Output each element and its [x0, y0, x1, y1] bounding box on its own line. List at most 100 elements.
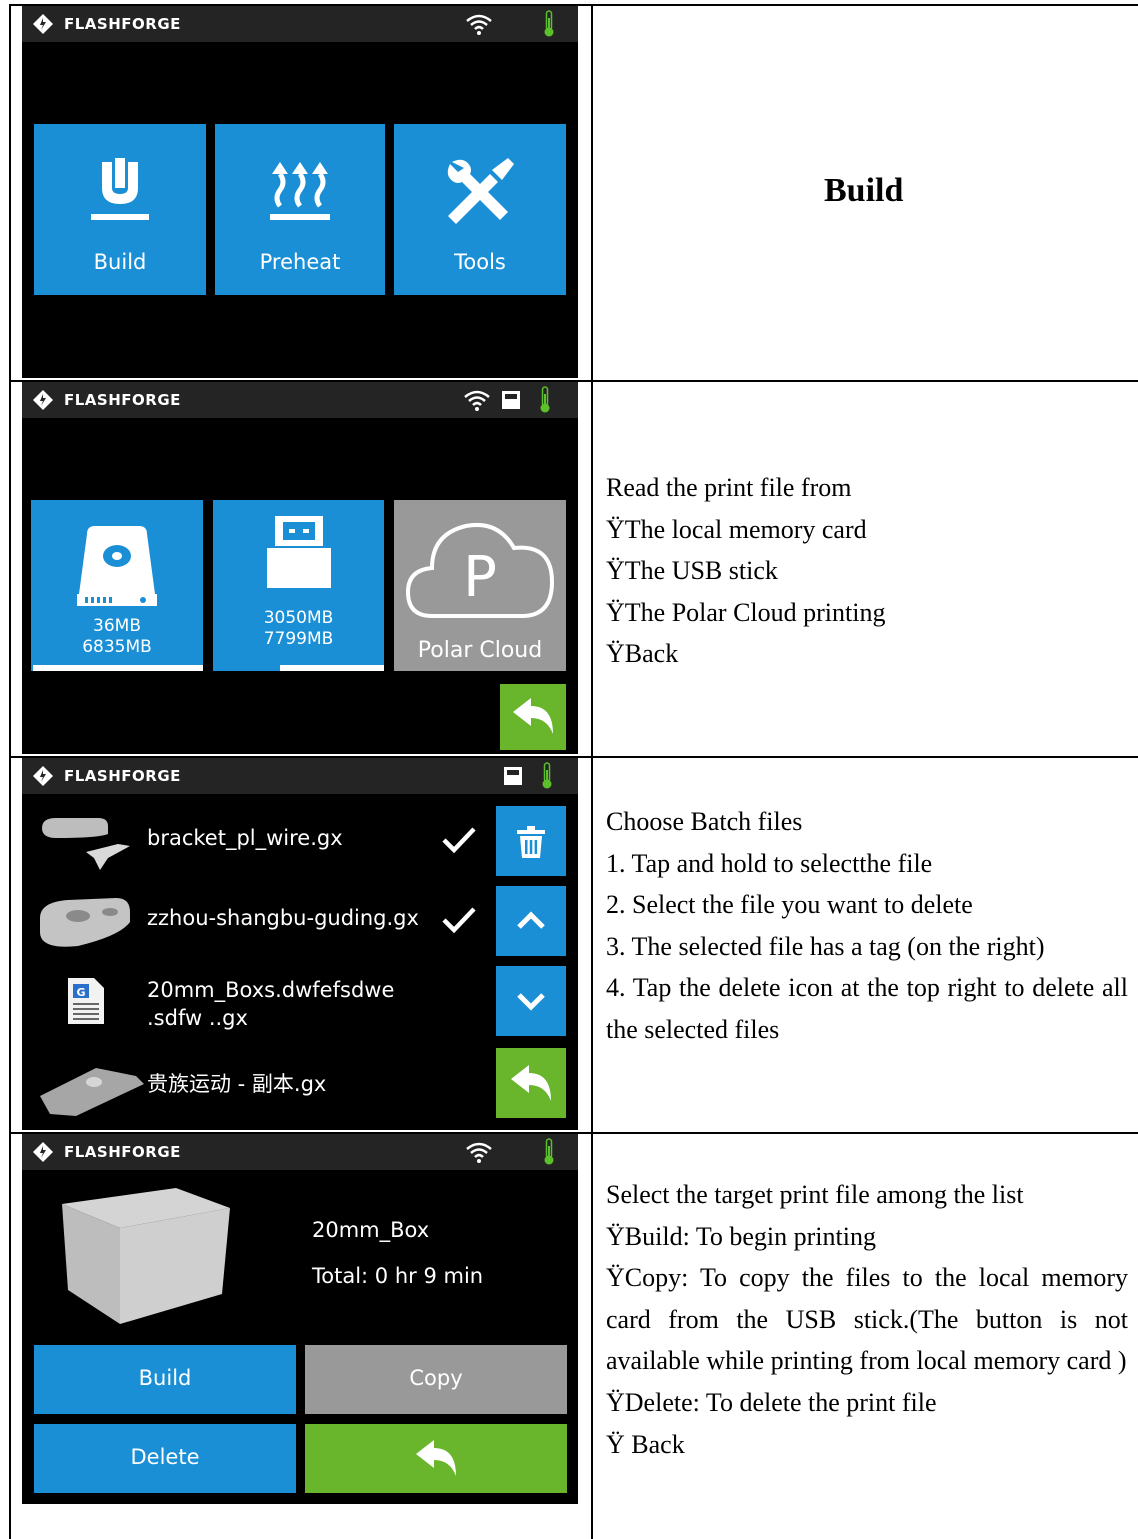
build-tile[interactable]: Build [34, 124, 206, 295]
model-preview [62, 1188, 230, 1324]
status-bar: FLASHFORGE [22, 382, 578, 418]
step-item: 2. Select the file you want to delete [606, 890, 973, 920]
wifi-icon [466, 1142, 492, 1163]
usb-status-icon [504, 767, 522, 785]
tools-tile[interactable]: Tools [394, 124, 566, 295]
flashforge-logo-icon [33, 1142, 53, 1162]
trash-icon [517, 826, 545, 858]
print-time: Total: 0 hr 9 min [312, 1264, 484, 1288]
usb-tile[interactable]: 3050MB 7799MB [213, 500, 384, 671]
file-source-description: Read the print file from ŸThe local memo… [606, 467, 1128, 675]
build-button[interactable]: Build [34, 1345, 296, 1414]
gcode-file-icon: G [68, 978, 104, 1024]
back-arrow-icon [511, 1065, 551, 1101]
file-list-screen: FLASHFORGE bracket_pl_wire.gx zzhou-shan… [22, 758, 578, 1130]
selected-check-icon [442, 827, 476, 854]
memory-card-total: 6835MB [82, 637, 152, 657]
description-item: ŸDelete: To delete the print file [606, 1387, 937, 1417]
description-title: Choose Batch files [606, 807, 803, 836]
description-item: Ÿ Back [606, 1429, 685, 1459]
scroll-up-button[interactable] [496, 886, 566, 956]
description-line: Read the print file from [606, 473, 852, 502]
back-arrow-icon [416, 1440, 456, 1476]
list-item[interactable]: zzhou-shangbu-guding.gx [22, 884, 492, 954]
memory-card-usage-bar [31, 665, 203, 671]
description-item: ŸCopy: To copy the files to the local me… [606, 1263, 1128, 1376]
list-item[interactable]: bracket_pl_wire.gx [22, 804, 492, 874]
back-button[interactable] [305, 1424, 567, 1493]
heat-icon [270, 162, 330, 220]
preheat-tile-label: Preheat [259, 250, 341, 274]
description-line: ŸThe Polar Cloud printing [606, 597, 886, 627]
list-item[interactable]: 贵族运动 - 副本.gx [22, 1050, 492, 1120]
tools-tile-label: Tools [454, 250, 506, 274]
model-thumbnail [42, 818, 130, 870]
usb-total: 7799MB [263, 629, 334, 649]
svg-text:G: G [76, 986, 85, 999]
brand-logo: FLASHFORGE [32, 1140, 181, 1164]
usb-usage-bar [213, 665, 384, 671]
brand-logo: FLASHFORGE [32, 388, 181, 412]
flashforge-logo-icon [33, 390, 53, 410]
status-icons [462, 386, 552, 414]
back-arrow-icon [513, 698, 553, 734]
description-line: ŸThe local memory card [606, 514, 867, 544]
file-name: 20mm_Boxs.dwfefsdwe .sdfw ..gx [147, 976, 394, 1032]
model-thumbnail [40, 1068, 144, 1116]
polar-cloud-tile[interactable]: P Polar Cloud [394, 500, 566, 671]
status-icons [464, 10, 556, 38]
build-button-label: Build [138, 1366, 192, 1390]
step-item: 1. Tap and hold to selectthe file [606, 848, 933, 878]
model-thumbnail [40, 898, 130, 947]
status-bar: FLASHFORGE [22, 1134, 578, 1170]
flashforge-logo-icon [33, 766, 53, 786]
wifi-icon [466, 14, 492, 35]
table-divider-vertical [591, 4, 593, 1539]
copy-button-label: Copy [409, 1366, 463, 1390]
usb-icon [266, 516, 331, 588]
brand-name: FLASHFORGE [64, 15, 181, 33]
batch-files-description: Choose Batch files 1. Tap and hold to se… [606, 801, 1128, 1051]
file-name: bracket_pl_wire.gx [147, 826, 343, 850]
delete-selected-button[interactable] [496, 806, 566, 876]
brand-name: FLASHFORGE [64, 1143, 181, 1161]
build-title: Build [824, 172, 904, 209]
flashforge-logo-icon [33, 14, 53, 34]
back-button[interactable] [500, 684, 566, 750]
file-detail-screen: FLASHFORGE 20mm_Box Total: 0 hr 9 min Bu… [22, 1134, 578, 1504]
preheat-tile[interactable]: Preheat [215, 124, 385, 295]
scroll-down-button[interactable] [496, 966, 566, 1036]
brand-name: FLASHFORGE [64, 767, 181, 785]
status-icons [502, 762, 554, 790]
usb-status-icon [502, 391, 520, 409]
delete-button-label: Delete [130, 1445, 200, 1469]
description-intro: Select the target print file among the l… [606, 1180, 1024, 1209]
polar-cloud-icon: P [405, 523, 555, 618]
build-icon [91, 158, 149, 220]
usb-used: 3050MB [263, 608, 334, 628]
copy-button[interactable]: Copy [305, 1345, 567, 1414]
memory-card-icon [77, 526, 157, 606]
polar-cloud-label: Polar Cloud [417, 638, 543, 663]
back-button[interactable] [496, 1048, 566, 1118]
file-detail-description: Select the target print file among the l… [606, 1174, 1128, 1465]
thermometer-icon [544, 10, 554, 37]
thermometer-icon [540, 386, 550, 413]
selected-check-icon [442, 907, 476, 934]
description-line: ŸThe USB stick [606, 556, 778, 586]
file-name: 贵族运动 - 副本.gx [147, 1072, 327, 1096]
chevron-down-icon [517, 993, 545, 1011]
home-screen: FLASHFORGE Build Preheat Tools [22, 6, 578, 378]
polar-cloud-letter: P [463, 545, 497, 610]
brand-logo: FLASHFORGE [32, 764, 181, 788]
tools-icon [447, 158, 514, 224]
memory-card-tile[interactable]: 36MB 6835MB [31, 500, 203, 671]
thermometer-icon [542, 762, 552, 789]
delete-button[interactable]: Delete [34, 1424, 296, 1493]
status-bar: FLASHFORGE [22, 758, 578, 794]
table-border-left [9, 4, 11, 1539]
list-item[interactable]: G 20mm_Boxs.dwfefsdwe .sdfw ..gx [22, 966, 492, 1036]
description-item: ŸBuild: To begin printing [606, 1221, 876, 1251]
step-item: 3. The selected file has a tag (on the r… [606, 931, 1045, 961]
status-bar: FLASHFORGE [22, 6, 578, 42]
